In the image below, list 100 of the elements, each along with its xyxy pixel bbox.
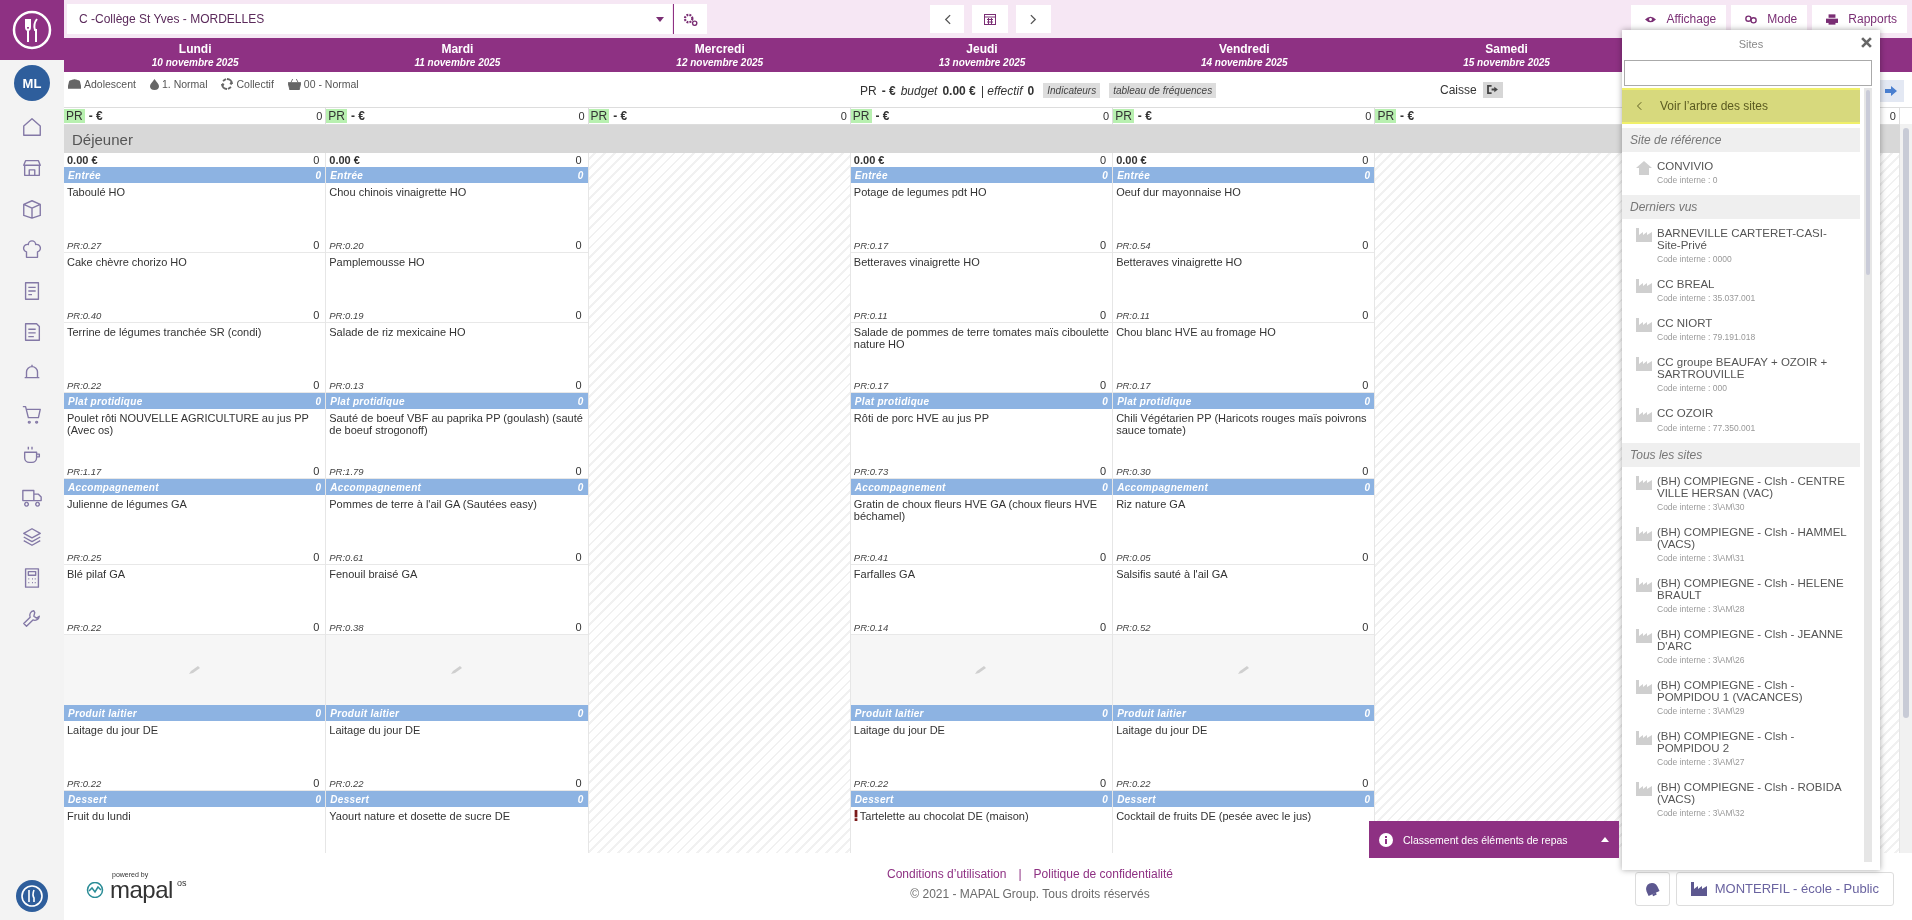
scrollbar[interactable] [1864, 88, 1872, 862]
site-name[interactable]: (BH) COMPIEGNE - Clsh - POMPIDOU 1 (VACANCES) [1657, 679, 1850, 704]
toolbar-button[interactable]: Mode [1731, 5, 1808, 33]
pencil-icon [449, 665, 464, 675]
home-icon[interactable] [21, 116, 43, 138]
pr-label: PR [860, 83, 877, 98]
app-logo[interactable] [0, 0, 64, 60]
cup-icon[interactable] [21, 444, 43, 466]
dish-name[interactable]: Tartelette au chocolat DE (maison) [859, 810, 1029, 822]
brand-name: mapal [110, 878, 173, 902]
exit-button[interactable] [1482, 81, 1503, 98]
dish-name[interactable]: Laitage du jour DE [1116, 724, 1208, 736]
pr-count: 0 [1365, 110, 1373, 122]
chef-hat-icon[interactable] [21, 239, 43, 261]
day-total: 0.00 € [329, 154, 360, 166]
pr-value: PR:0.22 [853, 778, 889, 789]
dish-name[interactable]: Potage de legumes pdt HO [853, 186, 987, 198]
portion-count: 0 [575, 551, 583, 563]
dish-name[interactable]: Cake chèvre chorizo HO [67, 256, 187, 268]
factory-icon [1636, 782, 1652, 797]
cart-icon[interactable] [21, 403, 43, 425]
dish-name[interactable]: Fruit du lundi [67, 810, 131, 822]
dish-name[interactable]: Poulet rôti NOUVELLE AGRICULTURE au jus PP (Avec os) [67, 412, 323, 436]
dish-name[interactable]: Chili Végétarien PP (Haricots rouges maïs poivrons sauce tomate) [1116, 412, 1372, 436]
dish-name[interactable]: Laitage du jour DE [853, 724, 945, 736]
category-count: 0 [577, 395, 584, 407]
site-name[interactable]: CONVIVIO [1657, 160, 1718, 173]
dish-name[interactable]: Cocktail de fruits DE (pesée avec le jus) [1116, 810, 1312, 822]
report-button[interactable]: Indicateurs [1043, 83, 1101, 98]
notification-button[interactable] [1634, 871, 1670, 906]
dish-name[interactable]: Oeuf dur mayonnaise HO [1116, 186, 1241, 198]
dish-name[interactable]: Salsifis sauté à l'ail GA [1116, 568, 1228, 580]
report-button[interactable]: tableau de fréquences [1109, 83, 1217, 98]
terms-link[interactable]: Conditions d’utilisation [887, 866, 1007, 881]
current-site-button[interactable]: MONTERFIL - école - Public [1675, 871, 1894, 906]
store-icon[interactable] [21, 157, 43, 179]
dish-name[interactable]: Betteraves vinaigrette HO [1116, 256, 1243, 268]
dish-name[interactable]: Chou chinois vinaigrette HO [329, 186, 467, 198]
scrollbar[interactable] [1900, 124, 1912, 853]
privacy-link[interactable]: Politique de confidentialité [1033, 866, 1173, 881]
dish-name[interactable]: Betteraves vinaigrette HO [853, 256, 980, 268]
dish-name[interactable]: Salade de riz mexicaine HO [329, 326, 466, 338]
site-name[interactable]: (BH) COMPIEGNE - Clsh - HAMMEL (VACS) [1657, 525, 1850, 550]
toolbar-button[interactable]: Rapports [1812, 5, 1907, 33]
site-name[interactable]: CC BREAL [1657, 278, 1756, 291]
factory-icon [1636, 680, 1652, 694]
category-count: 0 [315, 481, 322, 493]
site-name[interactable]: (BH) COMPIEGNE - Clsh - CENTRE VILLE HERSAN (VAC) [1657, 474, 1850, 499]
dish-name[interactable]: Taboulé HO [67, 186, 126, 198]
dish-name[interactable]: Riz nature GA [1116, 498, 1186, 510]
dish-name[interactable]: Rôti de porc HVE au jus PP [853, 412, 989, 424]
dish-name[interactable]: Laitage du jour DE [329, 724, 421, 736]
site-select[interactable]: C -Collège St Yves - MORDELLES [67, 4, 672, 34]
site-code: Code interne : 77.350.001 [1657, 422, 1756, 433]
category-count: 0 [1364, 481, 1371, 493]
box-icon[interactable] [21, 198, 43, 220]
pr-value: - € [881, 83, 896, 98]
dish-name[interactable]: Yaourt nature et dosette de sucre DE [329, 810, 511, 822]
dish-name[interactable]: Sauté de boeuf VBF au paprika PP (goulash) (sauté de boeuf strogonoff) [329, 412, 585, 436]
dish-name[interactable]: Pamplemousse HO [329, 256, 425, 268]
layers-icon[interactable] [21, 526, 43, 548]
site-name[interactable]: CC groupe BEAUFAY + OZOIR + SARTROUVILLE [1657, 356, 1850, 381]
site-code: Code interne : 000 [1657, 383, 1728, 394]
dish-name[interactable]: Farfalles GA [853, 568, 915, 580]
dish-name[interactable]: Blé pilaf GA [67, 568, 126, 580]
site-name[interactable]: (BH) COMPIEGNE - Clsh - ROBIDA (VACS) [1657, 781, 1850, 806]
filter-tag: 1. Normal [149, 78, 208, 90]
arrow-button[interactable] [1878, 80, 1904, 102]
site-name[interactable]: BARNEVILLE CARTERET-CASI-Site-Privé [1657, 227, 1850, 252]
dish-name[interactable]: Julienne de légumes GA [67, 498, 187, 510]
pr-value: PR:0.25 [67, 552, 102, 563]
ranking-bar[interactable]: Classement des éléments de repas [1369, 821, 1619, 858]
site-name[interactable]: (BH) COMPIEGNE - Clsh - POMPIDOU 2 [1657, 730, 1850, 755]
calendar-button[interactable] [972, 5, 1008, 33]
brand-suffix: os [176, 878, 187, 888]
meal-label: Déjeuner [72, 130, 133, 148]
site-name[interactable]: CC OZOIR [1657, 407, 1756, 420]
site-name[interactable]: (BH) COMPIEGNE - Clsh - JEANNE D'ARC [1657, 627, 1850, 652]
wrench-icon[interactable] [21, 608, 43, 630]
caisse-label: Caisse [1440, 82, 1477, 97]
search-field[interactable] [1624, 60, 1872, 86]
group-header: Tous les sites [1622, 442, 1860, 467]
exit-icon [1487, 85, 1499, 94]
portion-count: 0 [313, 551, 321, 563]
user-avatar[interactable]: ML [14, 65, 50, 101]
dish-name[interactable]: Pommes de terre à l'ail GA (Sautées easy) [329, 498, 537, 510]
dish-name[interactable]: Chou blanc HVE au fromage HO [1116, 326, 1276, 338]
dish-name[interactable]: Gratin de choux fleurs HVE GA (choux fleurs HVE béchamel) [853, 498, 1110, 522]
site-name[interactable]: (BH) COMPIEGNE - Clsh - HELENE BRAULT [1657, 576, 1850, 601]
site-name[interactable]: CC NIORT [1657, 317, 1756, 330]
dish-name[interactable]: Fenouil braisé GA [329, 568, 418, 580]
day-name: Samedi [1484, 42, 1529, 56]
pr-label: PR [850, 109, 872, 123]
toolbar-button[interactable]: Affichage [1631, 5, 1727, 33]
site-tree-link[interactable]: Voir l’arbre des sites [1622, 88, 1860, 124]
app-logo-icon[interactable] [16, 880, 48, 912]
dish-name[interactable]: Terrine de légumes tranchée SR (condi) [67, 326, 262, 338]
dish-name[interactable]: Salade de pommes de terre tomates maïs ciboulette nature HO [853, 326, 1110, 350]
settings-button[interactable] [673, 4, 707, 34]
dish-name[interactable]: Laitage du jour DE [67, 724, 159, 736]
